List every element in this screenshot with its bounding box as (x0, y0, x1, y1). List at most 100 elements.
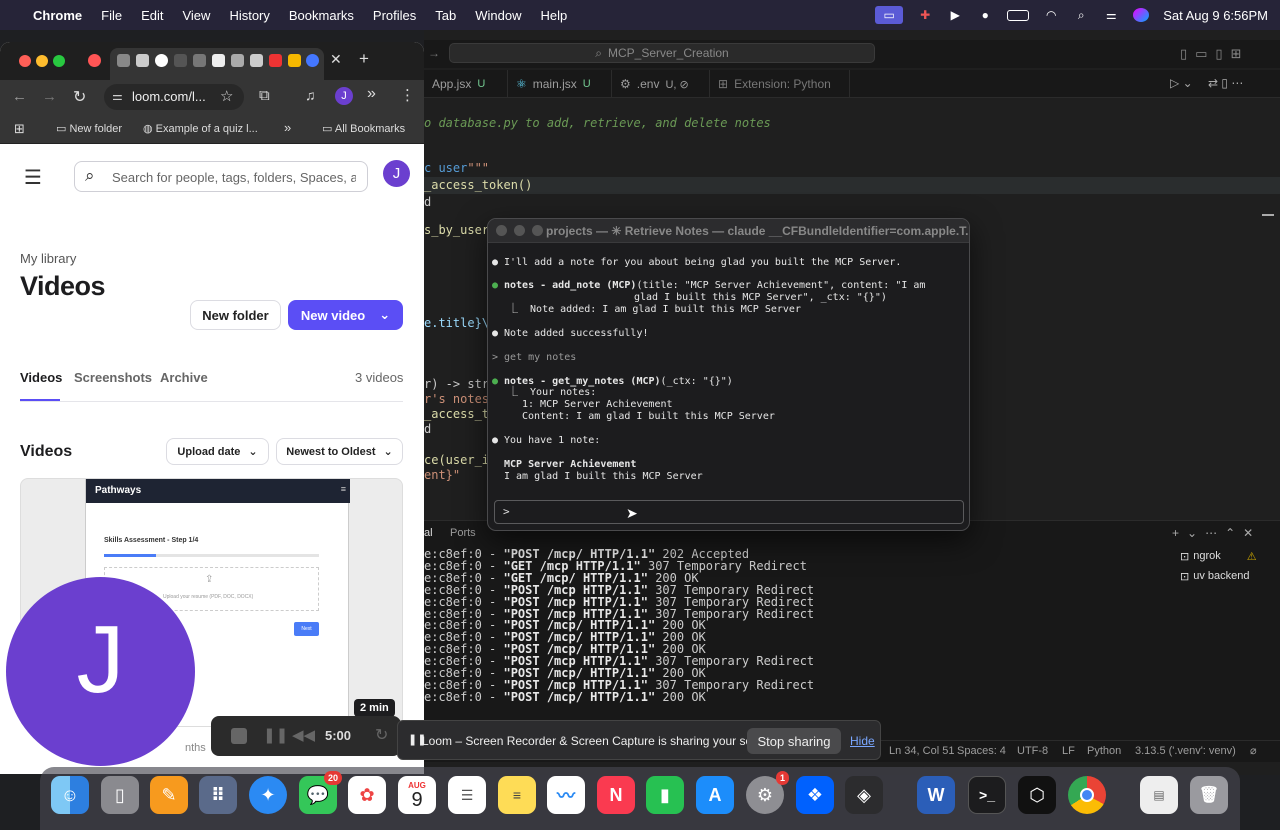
trash-icon[interactable]: 🗑 (1190, 776, 1228, 814)
tab-favicon[interactable] (136, 54, 149, 67)
close-icon[interactable] (496, 225, 507, 236)
restart-icon[interactable]: ↻ (375, 725, 388, 745)
calendar-icon[interactable]: AUG 9 (398, 776, 436, 814)
tab-terminal[interactable]: al (424, 527, 433, 539)
run-icon[interactable]: ▷ ⌄ (1170, 76, 1193, 90)
profile-avatar[interactable]: J (335, 87, 353, 105)
menu-bookmarks[interactable]: Bookmarks (289, 8, 354, 23)
tab-app-jsx[interactable]: App.jsx U (424, 70, 508, 98)
tab-ports[interactable]: Ports (450, 527, 476, 539)
close-tab-icon[interactable]: ✕ (330, 51, 342, 68)
menu-edit[interactable]: Edit (141, 8, 163, 23)
rewind-icon[interactable]: ◀◀ (292, 726, 315, 744)
tab-main-jsx[interactable]: ⚛ main.jsx U (508, 70, 612, 98)
menu-window[interactable]: Window (475, 8, 521, 23)
dropbox-icon[interactable]: ❖ (796, 776, 834, 814)
terminal-item-backend[interactable]: ⊡ uv backend (1180, 570, 1249, 583)
bookmark-new-folder[interactable]: ▭ New folder (56, 122, 122, 135)
address-bar[interactable]: ⚌ loom.com/l... ☆ (104, 84, 244, 110)
numbers-icon[interactable]: ▮ (646, 776, 684, 814)
menu-help[interactable]: Help (541, 8, 568, 23)
menu-history[interactable]: History (229, 8, 269, 23)
system-settings-icon[interactable]: ⚙ 1 (746, 771, 789, 814)
menu-clock[interactable]: Sat Aug 9 6:56PM (1163, 8, 1268, 23)
hamburger-menu-icon[interactable]: ☰ (24, 165, 42, 190)
tab-favicon[interactable] (117, 54, 130, 67)
status-eol[interactable]: LF (1062, 745, 1075, 757)
terminal-icon[interactable]: >_ (968, 776, 1006, 814)
reload-icon[interactable]: ↻ (73, 87, 86, 107)
zoom-window-icon[interactable] (53, 55, 65, 67)
loom-tab-icon[interactable] (88, 54, 101, 67)
user-avatar[interactable]: J (383, 160, 410, 187)
close-window-icon[interactable] (19, 55, 31, 67)
tab-favicon[interactable] (306, 54, 319, 67)
all-bookmarks[interactable]: ▭ All Bookmarks (322, 122, 405, 135)
terminal-item-ngrok[interactable]: ⊡ ngrok ⚠ (1180, 550, 1257, 563)
notes-icon[interactable]: ≡ (498, 776, 536, 814)
menu-view[interactable]: View (182, 8, 210, 23)
split-editor-icon[interactable]: ⇄ ▯ ⋯ (1208, 76, 1243, 90)
sort-upload-date-dropdown[interactable]: Upload date ⌄ (166, 438, 269, 465)
app-store-icon[interactable]: A (696, 776, 734, 814)
apps-grid-icon[interactable]: ⊞ (14, 121, 25, 137)
loom-camera-bubble[interactable]: J (6, 577, 195, 766)
news-icon[interactable]: N (597, 776, 635, 814)
safari-icon[interactable]: ✦ (249, 776, 287, 814)
user-icon[interactable]: ● (977, 8, 993, 22)
extensions-icon[interactable]: ⧉ (259, 87, 270, 104)
bell-icon[interactable]: ⌀ (1250, 744, 1257, 757)
pages-icon[interactable]: ✎ (150, 776, 188, 814)
siri-icon[interactable] (1133, 8, 1150, 22)
layout-icons[interactable]: ▯▭▯⊞ (1180, 46, 1249, 62)
new-tab-icon[interactable]: + (359, 49, 369, 69)
tab-archive[interactable]: Archive (160, 370, 208, 385)
photos-icon[interactable]: ✿ (348, 776, 386, 814)
freeform-icon[interactable]: 〰 (547, 776, 585, 814)
launchpad-icon[interactable]: ⠿ (199, 776, 237, 814)
layers-app-icon[interactable]: ◈ (845, 776, 883, 814)
reminders-icon[interactable]: ☰ (448, 776, 486, 814)
control-center-icon[interactable]: ⚌ (1103, 8, 1119, 22)
status-encoding[interactable]: UTF-8 (1017, 745, 1048, 757)
document-file-icon[interactable]: ▤ (1140, 776, 1178, 814)
bookmarks-overflow[interactable]: » (284, 120, 291, 135)
wifi-icon[interactable]: ◠ (1043, 8, 1059, 22)
tab-favicon[interactable] (231, 54, 244, 67)
tab-favicon[interactable] (193, 54, 206, 67)
site-info-icon[interactable]: ⚌ (112, 89, 123, 103)
menu-file[interactable]: File (101, 8, 122, 23)
battery-icon[interactable] (1007, 9, 1030, 21)
status-language[interactable]: Python (1087, 745, 1121, 757)
play-icon[interactable]: ▶ (947, 8, 963, 22)
back-arrow-icon[interactable]: → (428, 46, 440, 60)
bookmark-quiz[interactable]: ◍ Example of a quiz l... (143, 122, 258, 135)
google-tab-icon[interactable] (155, 54, 168, 67)
search-input[interactable]: ⌕ Search for people, tags, folders, Spac… (74, 161, 368, 192)
zoom-icon[interactable] (532, 225, 543, 236)
more-chevron-icon[interactable]: » (367, 85, 376, 103)
bookmark-star-icon[interactable]: ☆ (220, 87, 233, 105)
spotlight-search-icon[interactable]: ⌕ (1073, 8, 1089, 22)
finder-icon[interactable]: ☺ (51, 776, 89, 814)
panel-actions[interactable]: +⌄⋯⌃✕ (1172, 526, 1261, 540)
word-icon[interactable]: W (917, 776, 955, 814)
tab-env[interactable]: ⚙ .env U, ⊘ (612, 70, 710, 98)
media-icon[interactable]: ♫ (305, 87, 316, 103)
minimize-icon[interactable] (514, 225, 525, 236)
stop-sharing-button[interactable]: Stop sharing (747, 728, 841, 754)
iphone-mirroring-icon[interactable]: ▯ (101, 776, 139, 814)
messages-icon[interactable]: 💬 20 (299, 771, 342, 814)
tab-favicon[interactable] (269, 54, 282, 67)
new-folder-button[interactable]: New folder (190, 300, 281, 330)
cursor-app-icon[interactable]: ⬡ (1018, 776, 1056, 814)
tab-extension-python[interactable]: ⊞ Extension: Python (710, 70, 850, 98)
sort-order-dropdown[interactable]: Newest to Oldest ⌄ (276, 438, 403, 465)
new-video-button[interactable]: New video ⌄ (288, 300, 403, 330)
tab-screenshots[interactable]: Screenshots (74, 370, 152, 385)
status-interpreter[interactable]: 3.13.5 ('.venv': venv) (1135, 745, 1236, 757)
chrome-icon[interactable] (1068, 776, 1106, 814)
tab-favicon[interactable] (250, 54, 263, 67)
minimize-window-icon[interactable] (36, 55, 48, 67)
pause-icon[interactable]: ❚❚ (263, 726, 288, 744)
